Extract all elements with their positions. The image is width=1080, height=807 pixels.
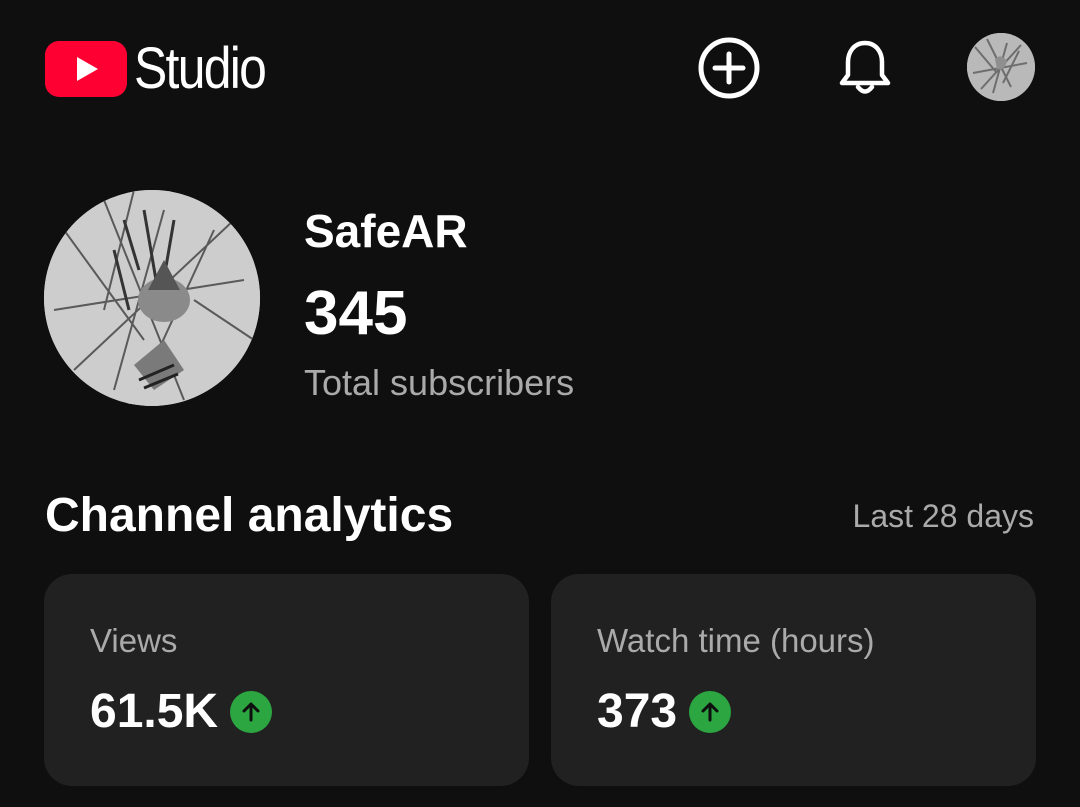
account-avatar[interactable] [967,33,1035,101]
logo-text: Studio [134,36,267,101]
trend-up-icon [230,690,273,733]
studio-dashboard: Studio SafeAR 345 Total subscribers Chan… [0,0,1080,807]
youtube-studio-logo[interactable]: Studio [45,40,286,98]
youtube-play-icon [45,41,127,97]
views-value: 61.5K [90,685,219,738]
channel-avatar[interactable] [44,190,260,406]
views-value-row: 61.5K [90,684,273,739]
trend-up-icon [689,690,732,733]
create-plus-icon [698,37,760,99]
create-button[interactable] [696,35,762,101]
views-card[interactable]: Views 61.5K [44,574,529,786]
bell-icon [839,40,891,94]
watch-time-value-row: 373 [597,684,732,739]
analytics-title: Channel analytics [45,489,454,542]
watch-time-label: Watch time (hours) [597,622,875,659]
channel-name: SafeAR [304,205,468,257]
watch-time-card[interactable]: Watch time (hours) 373 [551,574,1036,786]
views-label: Views [90,622,178,659]
analytics-period: Last 28 days [852,498,1034,534]
notifications-button[interactable] [832,35,898,101]
subscriber-count: 345 [304,279,408,348]
watch-time-value: 373 [597,685,678,738]
subscriber-label: Total subscribers [304,362,575,403]
